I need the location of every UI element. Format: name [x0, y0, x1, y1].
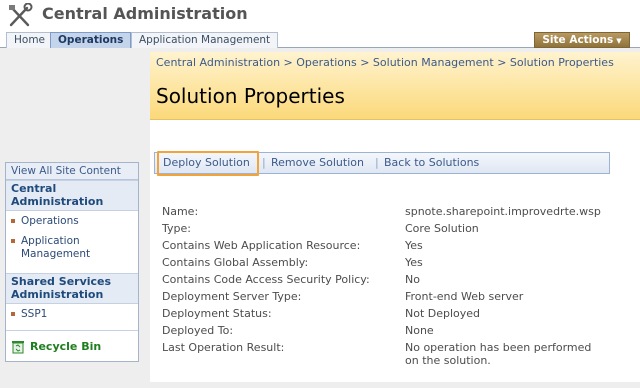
prop-value-last-operation-result-line2: on the solution.: [405, 354, 491, 367]
app-header: Central Administration: [0, 0, 640, 32]
toolbar-separator: |: [262, 156, 266, 169]
bullet-icon: [11, 219, 15, 223]
recycle-bin-icon: [12, 341, 24, 354]
prop-label-deployed-to: Deployed To:: [162, 324, 234, 337]
left-column: View All Site Content Central Administra…: [0, 48, 148, 388]
main-content: Deploy Solution | Remove Solution | Back…: [150, 120, 640, 382]
tab-operations[interactable]: Operations: [50, 32, 132, 48]
prop-value-deployment-status: Not Deployed: [405, 307, 481, 320]
ql-heading-shared-services-administration[interactable]: Shared Services Administration: [6, 273, 138, 304]
prop-label-deployment-status: Deployment Status:: [162, 307, 272, 320]
prop-value-deployment-server-type: Front-end Web server: [405, 290, 524, 303]
remove-solution-button[interactable]: Remove Solution: [271, 156, 364, 169]
app-title: Central Administration: [42, 4, 248, 23]
chevron-down-icon: ▼: [616, 37, 622, 45]
recycle-bin-label: Recycle Bin: [30, 340, 102, 353]
prop-value-global-assembly: Yes: [405, 256, 423, 269]
prop-label-type: Type:: [162, 222, 191, 235]
back-to-solutions-button[interactable]: Back to Solutions: [384, 156, 479, 169]
prop-label-web-app-resource: Contains Web Application Resource:: [162, 239, 361, 252]
prop-label-cas-policy: Contains Code Access Security Policy:: [162, 273, 370, 286]
tab-application-management[interactable]: Application Management: [131, 32, 279, 48]
ql-heading-central-administration[interactable]: Central Administration: [6, 180, 138, 211]
prop-value-type: Core Solution: [405, 222, 479, 235]
top-navigation: Home Operations Application Management S…: [0, 32, 640, 48]
title-area: Central Administration > Operations > So…: [150, 52, 640, 120]
quick-launch: View All Site Content Central Administra…: [5, 162, 139, 362]
prop-value-name: spnote.sharepoint.improvedrte.wsp: [405, 205, 601, 218]
toolbar-separator: |: [375, 156, 379, 169]
site-actions-button[interactable]: Site Actions ▼: [534, 32, 630, 48]
tools-icon: [9, 3, 33, 27]
ql-item-application-management[interactable]: Application Management: [11, 235, 135, 261]
prop-label-deployment-server-type: Deployment Server Type:: [162, 290, 302, 303]
solution-toolbar: Deploy Solution | Remove Solution | Back…: [154, 151, 610, 176]
breadcrumb[interactable]: Central Administration > Operations > So…: [156, 56, 614, 69]
prop-value-web-app-resource: Yes: [405, 239, 423, 252]
recycle-bin-link[interactable]: Recycle Bin: [6, 330, 138, 361]
site-actions-label: Site Actions: [542, 34, 614, 46]
prop-label-name: Name:: [162, 205, 199, 218]
ql-item-operations[interactable]: Operations: [11, 215, 135, 228]
bullet-icon: [11, 239, 15, 243]
prop-value-deployed-to: None: [405, 324, 434, 337]
view-all-site-content-link[interactable]: View All Site Content: [6, 163, 138, 180]
prop-value-cas-policy: No: [405, 273, 420, 286]
deploy-solution-button[interactable]: Deploy Solution: [163, 156, 250, 169]
prop-value-last-operation-result: No operation has been performed: [405, 341, 592, 354]
page-title: Solution Properties: [156, 84, 345, 108]
tab-home[interactable]: Home: [6, 32, 54, 48]
ql-item-ssp1[interactable]: SSP1: [11, 308, 135, 321]
bullet-icon: [11, 312, 15, 316]
prop-label-global-assembly: Contains Global Assembly:: [162, 256, 309, 269]
prop-label-last-operation-result: Last Operation Result:: [162, 341, 285, 354]
